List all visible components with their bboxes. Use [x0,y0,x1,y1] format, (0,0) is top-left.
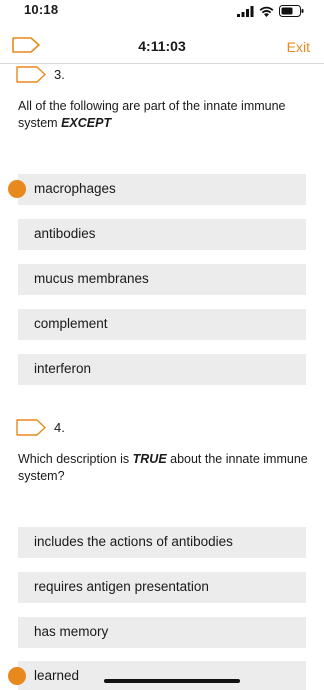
selected-answer-indicator [8,667,26,685]
answer-label: mucus membranes [34,271,149,286]
answer-option[interactable]: learned [18,661,306,690]
answer-option[interactable]: macrophages [18,174,306,205]
question-number: 4. [54,420,65,435]
answer-option[interactable]: has memory [18,617,306,648]
answer-option[interactable]: mucus membranes [18,264,306,295]
answer-label: includes the actions of antibodies [34,534,233,549]
status-icons [237,5,304,17]
answer-label: antibodies [34,226,96,241]
question-text: All of the following are part of the inn… [18,98,308,132]
flag-icon[interactable] [16,419,46,436]
answer-option[interactable]: complement [18,309,306,340]
question-text-part: All of the following are part of the inn… [18,99,286,130]
question-header: 4. [16,419,65,436]
answer-option[interactable]: interferon [18,354,306,385]
status-time: 10:18 [24,2,59,17]
wifi-icon [259,6,274,17]
question-number: 3. [54,67,65,82]
battery-icon [279,5,304,17]
question-emphasis: EXCEPT [61,116,112,130]
home-indicator[interactable] [104,679,240,683]
answer-option[interactable]: includes the actions of antibodies [18,527,306,558]
question-emphasis: TRUE [132,452,167,466]
nav-bar: 4:11:03 Exit [0,22,324,64]
selected-answer-indicator [8,180,26,198]
flag-icon[interactable] [16,66,46,83]
exam-timer: 4:11:03 [138,38,186,54]
answer-label: learned [34,668,80,683]
question-text: Which description is TRUE about the inna… [18,451,308,485]
answer-label: complement [34,316,108,331]
answer-option[interactable]: antibodies [18,219,306,250]
answer-label: has memory [34,624,109,639]
answer-label: macrophages [34,181,116,196]
answer-label: interferon [34,361,92,376]
status-bar: 10:18 [0,0,324,22]
question-text-part: Which description is [18,452,133,466]
answer-option[interactable]: requires antigen presentation [18,572,306,603]
answer-label: requires antigen presentation [34,579,209,594]
signal-icon [237,5,254,17]
exit-button[interactable]: Exit [287,39,310,55]
question-header: 3. [16,66,65,83]
